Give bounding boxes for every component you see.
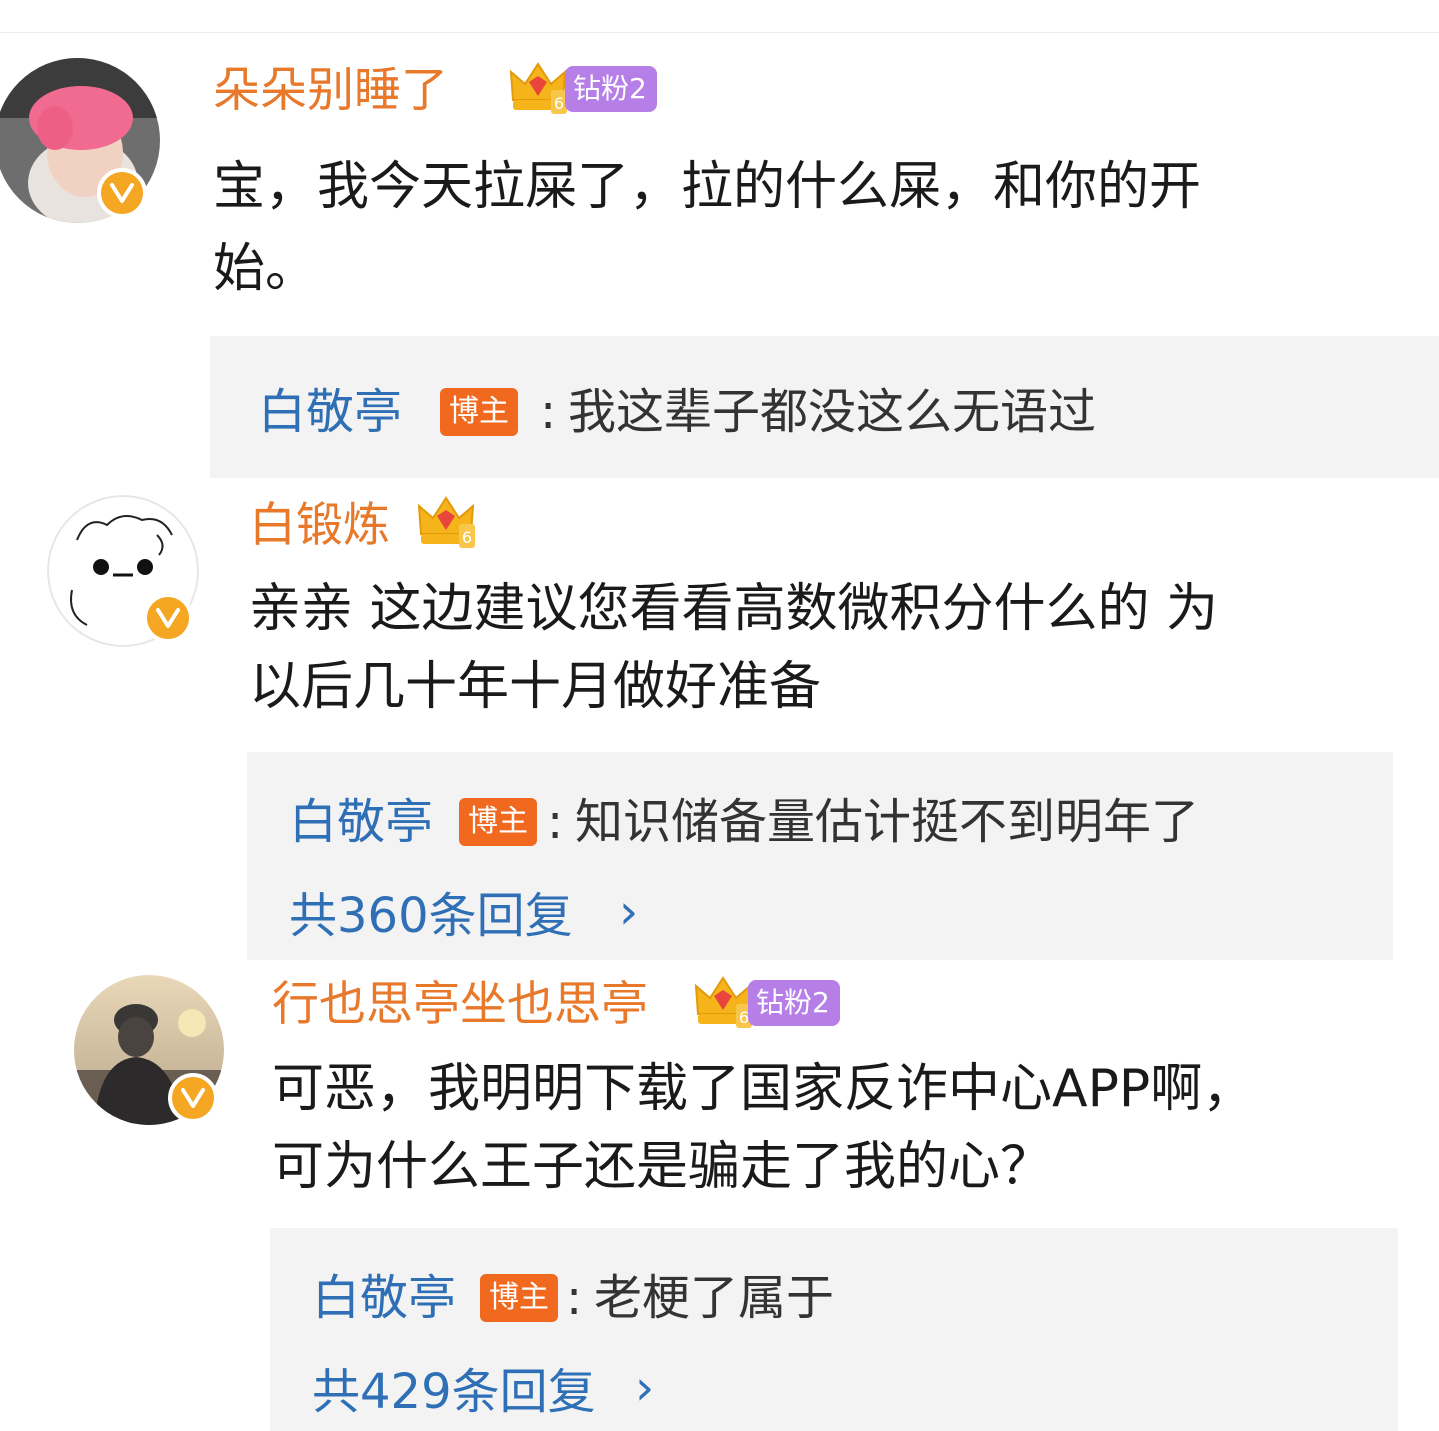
reply-preview-box[interactable]: 白敬亭 博主 : 我这辈子都没这么无语过	[210, 336, 1439, 478]
top-divider	[0, 32, 1439, 33]
reply-author[interactable]: 白敬亭	[289, 798, 433, 846]
avatar[interactable]	[74, 975, 224, 1125]
comment-text-line: 以后几十年十月做好准备	[249, 657, 822, 717]
verified-v-icon	[97, 168, 147, 218]
reply-text: 老梗了属于	[594, 1270, 835, 1326]
crown-level: 6	[462, 528, 472, 547]
crown-icon: 6	[694, 976, 752, 1028]
comment-text-line: 始。	[213, 239, 318, 299]
reply-author[interactable]: 白敬亭	[258, 388, 402, 436]
reply-count-link[interactable]: 共360条回复	[289, 892, 573, 940]
verified-v-icon	[168, 1073, 218, 1123]
blogger-tag: 博主	[480, 1274, 558, 1322]
comment-text-line: 可为什么王子还是骗走了我的心？	[272, 1137, 1053, 1197]
blogger-tag: 博主	[459, 798, 537, 846]
username[interactable]: 白锻炼	[249, 502, 390, 549]
username[interactable]: 行也思亭坐也思亭	[272, 981, 648, 1028]
avatar[interactable]	[47, 495, 199, 647]
reply-text: 我这辈子都没这么无语过	[568, 384, 1097, 440]
reply-author[interactable]: 白敬亭	[312, 1274, 456, 1322]
fan-badge: 钻粉2	[748, 980, 840, 1026]
crown-icon: 6	[417, 496, 475, 548]
comment-text-line: 亲亲 这边建议您看看高数微积分什么的 为	[249, 579, 1219, 639]
reply-text: 知识储备量估计挺不到明年了	[575, 794, 1200, 850]
verified-v-icon	[143, 593, 193, 643]
reply-preview-box[interactable]: 白敬亭 博主 : 知识储备量估计挺不到明年了 共360条回复 ›	[247, 752, 1393, 960]
comment-text-line: 可恶，我明明下载了国家反诈中心APP啊，	[272, 1059, 1255, 1119]
fan-badge: 钻粉2	[565, 66, 657, 112]
comment-text-line: 宝，我今天拉屎了，拉的什么屎，和你的开	[213, 157, 1202, 217]
reply-separator: :	[540, 384, 557, 440]
reply-separator: :	[566, 1270, 583, 1326]
crown-icon: 6	[509, 62, 567, 114]
chevron-right-icon[interactable]: ›	[619, 888, 638, 936]
username[interactable]: 朵朵别睡了	[213, 67, 448, 114]
crown-level: 6	[554, 94, 564, 113]
avatar[interactable]	[0, 58, 160, 223]
blogger-tag: 博主	[440, 388, 518, 436]
reply-preview-box[interactable]: 白敬亭 博主 : 老梗了属于 共429条回复 ›	[270, 1228, 1398, 1431]
chevron-right-icon[interactable]: ›	[635, 1364, 654, 1412]
reply-separator: :	[547, 794, 564, 850]
reply-count-link[interactable]: 共429条回复	[312, 1368, 596, 1416]
